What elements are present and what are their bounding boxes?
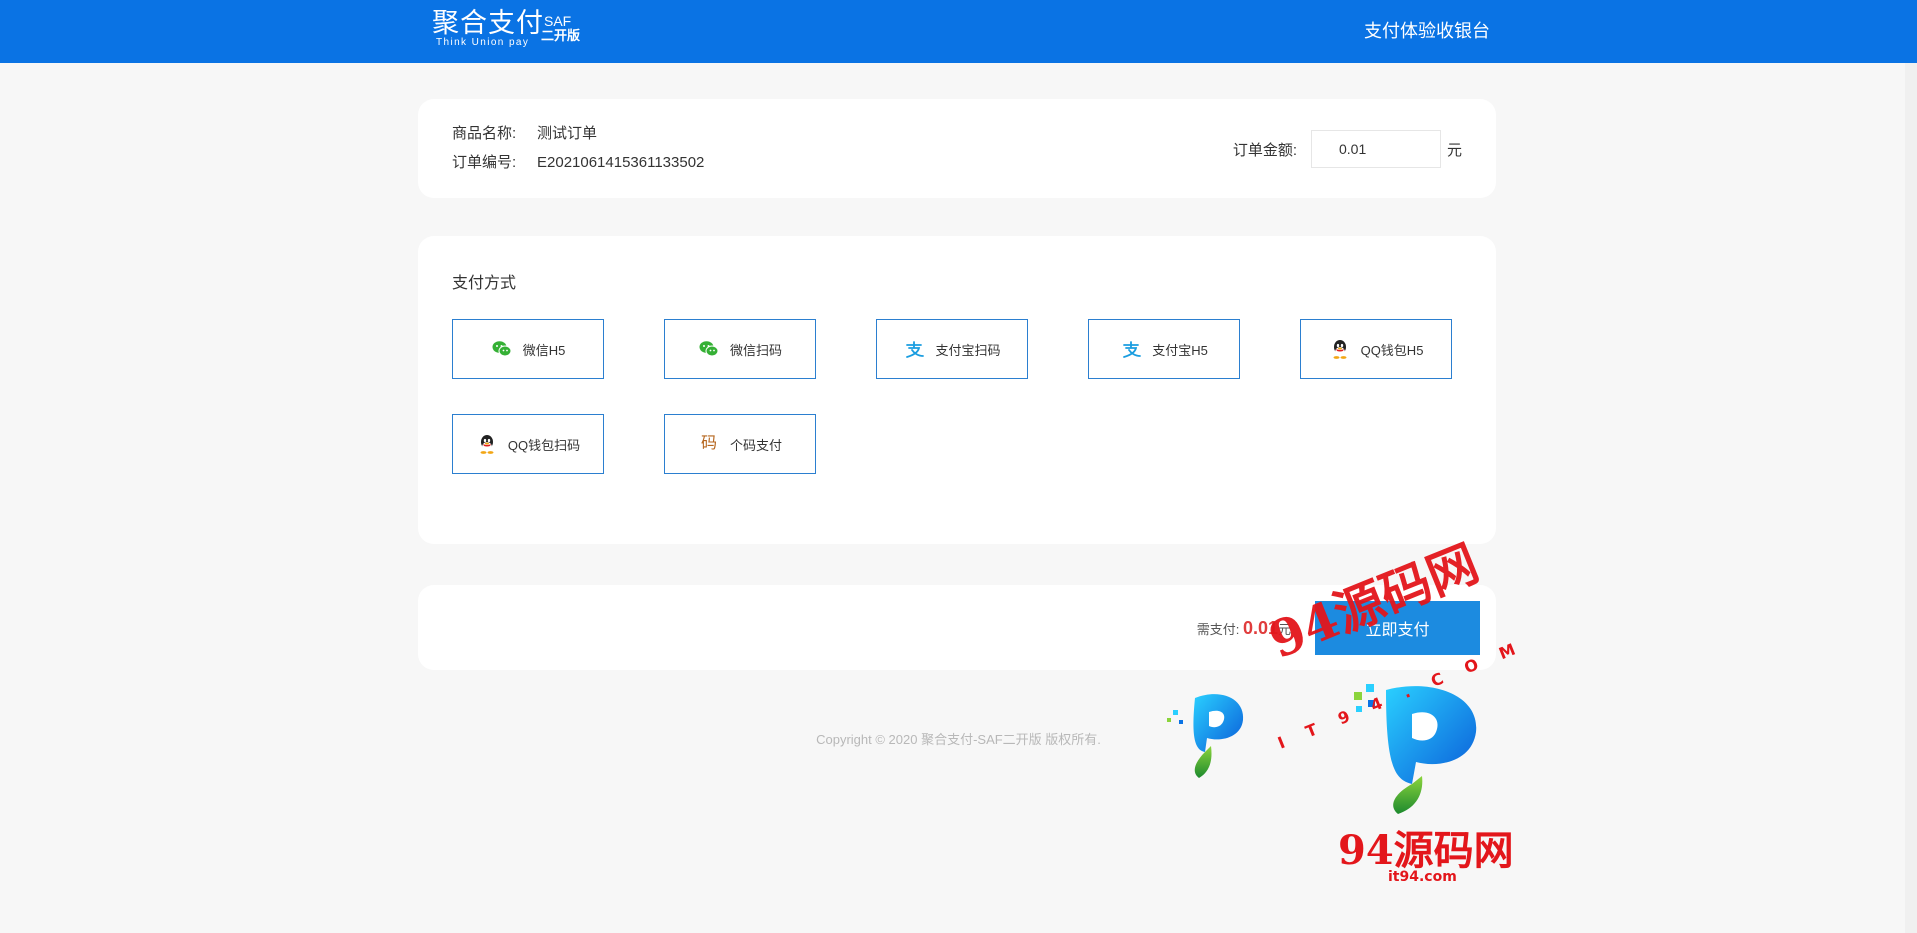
logo-sub-text: Think Union pay xyxy=(436,37,530,48)
method-alipay-h5[interactable]: 支付宝H5 xyxy=(1088,319,1240,379)
header-title: 支付体验收银台 xyxy=(1364,21,1490,41)
scrollbar[interactable] xyxy=(1905,0,1917,933)
order-number-row: 订单编号: E2021061415361133502 xyxy=(452,153,704,173)
method-label: 支付宝扫码 xyxy=(935,342,1001,358)
method-wechat-scan[interactable]: 微信扫码 xyxy=(664,319,816,379)
watermark-logo-icon xyxy=(1167,694,1244,778)
method-label: QQ钱包扫码 xyxy=(507,437,581,453)
order-amount-input[interactable] xyxy=(1310,130,1441,168)
order-amount-unit: 元 xyxy=(1446,141,1462,159)
watermark-text: 94源码网 xyxy=(1338,827,1514,874)
order-amount-label: 订单金额: xyxy=(1232,141,1297,159)
method-label: 微信扫码 xyxy=(729,342,782,358)
footer-copyright: Copyright © 2020 聚合支付-SAF二开版 版权所有. xyxy=(0,729,1917,748)
copyright-text: Copyright © 2020 聚合支付-SAF二开版 版权所有. xyxy=(816,732,1101,747)
payment-methods-card: 支付方式 微信H5 微信扫码 支付宝扫码 支付宝H5 QQ钱包H5 QQ钱包扫码… xyxy=(418,236,1496,544)
method-alipay-scan[interactable]: 支付宝扫码 xyxy=(876,319,1028,379)
qq-icon xyxy=(476,433,498,455)
logo-main-text: 聚合支付 xyxy=(432,8,544,39)
alipay-icon xyxy=(1120,338,1142,360)
order-number-label: 订单编号: xyxy=(452,154,517,171)
method-label: QQ钱包H5 xyxy=(1360,342,1424,358)
logo-badge-top: SAF xyxy=(544,13,572,29)
method-qq-h5[interactable]: QQ钱包H5 xyxy=(1300,319,1452,379)
code-icon: 码 xyxy=(700,435,717,452)
watermark-subtext: it94.com xyxy=(1388,869,1457,885)
order-amount-group: 订单金额: 元 xyxy=(1233,130,1462,170)
header-bar: 聚合支付 Think Union pay SAF 二开版 支付体验收银台 xyxy=(0,0,1917,63)
wechat-icon xyxy=(698,338,720,360)
pay-label: 需支付: xyxy=(1196,622,1240,637)
product-name-label: 商品名称: xyxy=(452,125,517,142)
product-name-row: 商品名称: 测试订单 xyxy=(452,124,597,144)
method-wechat-h5[interactable]: 微信H5 xyxy=(452,319,604,379)
method-label: 微信H5 xyxy=(522,342,566,358)
payment-methods-title: 支付方式 xyxy=(452,275,517,292)
logo-badge-bottom: 二开版 xyxy=(541,28,581,43)
wechat-icon xyxy=(491,338,513,360)
order-info-card: 商品名称: 测试订单 订单编号: E2021061415361133502 订单金额… xyxy=(418,99,1496,198)
order-number-value: E2021061415361133502 xyxy=(537,154,705,171)
brand-logo[interactable]: 聚合支付 Think Union pay SAF 二开版 xyxy=(432,8,602,54)
method-personal-code[interactable]: 码 个码支付 xyxy=(664,414,816,474)
alipay-icon xyxy=(903,338,925,360)
method-qq-scan[interactable]: QQ钱包扫码 xyxy=(452,414,604,474)
method-label: 支付宝H5 xyxy=(1152,342,1208,358)
product-name-value: 测试订单 xyxy=(537,125,598,142)
qq-icon xyxy=(1329,338,1351,360)
method-label: 个码支付 xyxy=(729,437,782,453)
